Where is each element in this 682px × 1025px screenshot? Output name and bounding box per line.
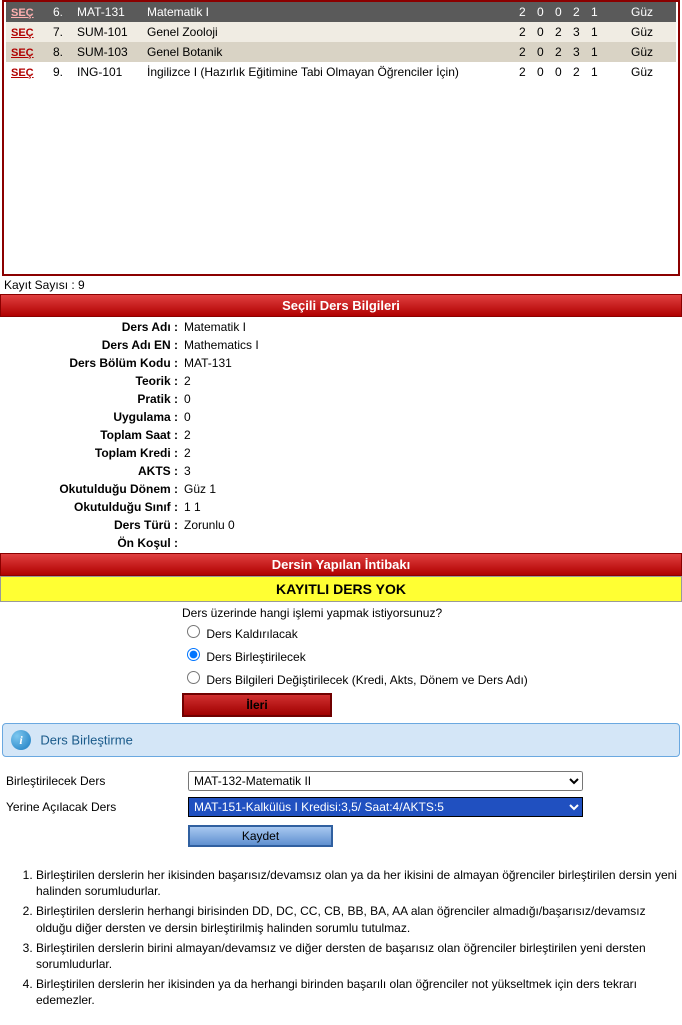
- detail-label: Okutulduğu Dönem :: [2, 481, 180, 497]
- note-item: Birleştirilen derslerin herhangi birisin…: [36, 903, 678, 935]
- detail-value: 2: [182, 373, 680, 389]
- detail-label: Uygulama :: [2, 409, 180, 425]
- detail-label: Ön Koşul :: [2, 535, 180, 551]
- select-link-header[interactable]: SEÇ: [11, 7, 34, 19]
- detail-value: Mathematics I: [182, 337, 680, 353]
- detail-label: AKTS :: [2, 463, 180, 479]
- detail-label: Toplam Saat :: [2, 427, 180, 443]
- no-record-bar: KAYITLI DERS YOK: [0, 576, 682, 602]
- info-panel: i Ders Birleştirme: [2, 723, 680, 757]
- table-row: SEÇ9.ING-101İngilizce I (Hazırlık Eğitim…: [6, 62, 676, 82]
- course-table: SEÇ 6. MAT-131 Matematik I 2 0 0 2 1 Güz…: [6, 2, 676, 82]
- merge-source-label: Birleştirilecek Ders: [4, 769, 184, 793]
- detail-value: 0: [182, 391, 680, 407]
- radio-remove-label: Ders Kaldırılacak: [206, 627, 297, 641]
- note-item: Birleştirilen derslerin her ikisinden ba…: [36, 867, 678, 899]
- save-button[interactable]: Kaydet: [188, 825, 333, 847]
- detail-value: 3: [182, 463, 680, 479]
- select-link[interactable]: SEÇ: [11, 47, 34, 59]
- detail-value: MAT-131: [182, 355, 680, 371]
- select-link[interactable]: SEÇ: [11, 67, 34, 79]
- detail-label: Okutulduğu Sınıf :: [2, 499, 180, 515]
- notes-list: Birleştirilen derslerin her ikisinden ba…: [0, 863, 682, 1017]
- record-count: Kayıt Sayısı : 9: [0, 276, 682, 294]
- detail-value: Zorunlu 0: [182, 517, 680, 533]
- detail-value: Güz 1: [182, 481, 680, 497]
- detail-value: 0: [182, 409, 680, 425]
- section-selected-course: Seçili Ders Bilgileri: [0, 294, 682, 317]
- detail-label: Ders Bölüm Kodu :: [2, 355, 180, 371]
- detail-label: Toplam Kredi :: [2, 445, 180, 461]
- info-icon: i: [11, 730, 31, 750]
- note-item: Birleştirilen derslerin her ikisinden ya…: [36, 976, 678, 1008]
- detail-label: Ders Adı EN :: [2, 337, 180, 353]
- table-row: SEÇ8.SUM-103Genel Botanik20231Güz: [6, 42, 676, 62]
- table-row: SEÇ7.SUM-101Genel Zooloji20231Güz: [6, 22, 676, 42]
- detail-value: 2: [182, 427, 680, 443]
- radio-remove-course[interactable]: [187, 625, 200, 638]
- detail-value: Matematik I: [182, 319, 680, 335]
- detail-value: 2: [182, 445, 680, 461]
- next-button[interactable]: İleri: [182, 693, 332, 717]
- detail-label: Pratik :: [2, 391, 180, 407]
- note-item: Birleştirilen derslerin birini almayan/d…: [36, 940, 678, 972]
- radio-merge-label: Ders Birleştirilecek: [206, 650, 305, 664]
- merge-source-select[interactable]: MAT-132-Matematik II: [188, 771, 583, 791]
- table-header-row: SEÇ 6. MAT-131 Matematik I 2 0 0 2 1 Güz: [6, 2, 676, 22]
- merge-target-select[interactable]: MAT-151-Kalkülüs I Kredisi:3,5/ Saat:4/A…: [188, 797, 583, 817]
- select-link[interactable]: SEÇ: [11, 27, 34, 39]
- detail-value: [182, 535, 680, 551]
- course-details: Ders Adı :Matematik IDers Adı EN :Mathem…: [0, 317, 682, 553]
- radio-merge-course[interactable]: [187, 648, 200, 661]
- question-text: Ders üzerinde hangi işlemi yapmak istiyo…: [182, 606, 682, 620]
- merge-target-label: Yerine Açılacak Ders: [4, 795, 184, 819]
- radio-change-label: Ders Bilgileri Değiştirilecek (Kredi, Ak…: [206, 673, 527, 687]
- detail-label: Ders Adı :: [2, 319, 180, 335]
- info-title: Ders Birleştirme: [40, 733, 132, 748]
- detail-value: 1 1: [182, 499, 680, 515]
- detail-label: Ders Türü :: [2, 517, 180, 533]
- radio-change-info[interactable]: [187, 671, 200, 684]
- detail-label: Teorik :: [2, 373, 180, 389]
- section-intibak: Dersin Yapılan İntibakı: [0, 553, 682, 576]
